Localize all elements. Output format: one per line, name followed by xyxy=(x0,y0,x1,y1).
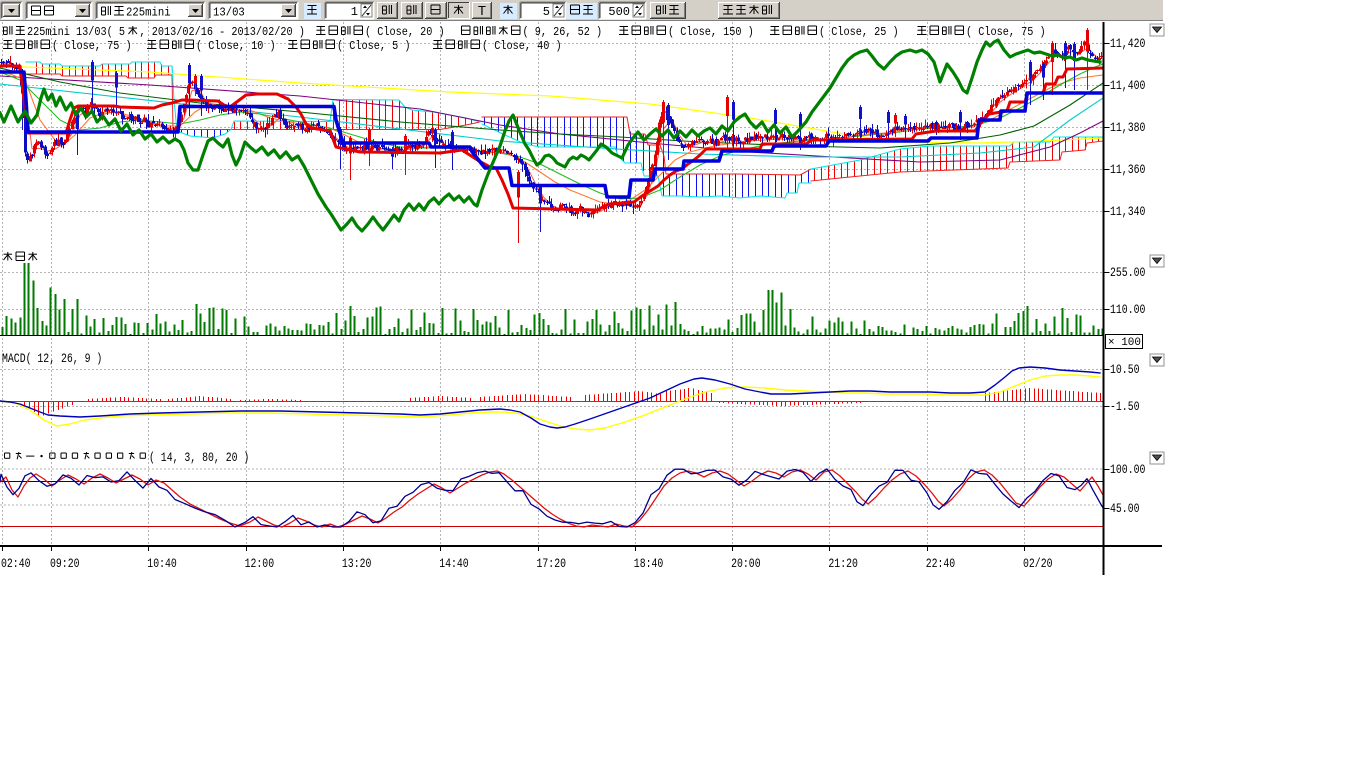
svg-text:255.00: 255.00 xyxy=(1110,266,1145,280)
svg-text:( Close, 40 ): ( Close, 40 ) xyxy=(482,40,562,53)
svg-text:02/20: 02/20 xyxy=(1023,557,1053,571)
svg-text:110.00: 110.00 xyxy=(1110,303,1145,317)
svg-text:( Close, 10 ): ( Close, 10 ) xyxy=(196,40,276,53)
svg-text:11,420: 11,420 xyxy=(1110,37,1145,51)
svg-text:( Close, 25 ): ( Close, 25 ) xyxy=(819,26,899,39)
svg-text:225mini 13/03( 5: 225mini 13/03( 5 xyxy=(27,26,125,39)
svg-text:45.00: 45.00 xyxy=(1110,502,1140,516)
svg-text:02:40: 02:40 xyxy=(1,557,31,571)
svg-text:100.00: 100.00 xyxy=(1110,463,1145,477)
svg-text:13/03: 13/03 xyxy=(213,6,245,20)
svg-text:17:20: 17:20 xyxy=(537,557,567,571)
svg-text:( Close, 5 ): ( Close, 5 ) xyxy=(337,40,411,53)
svg-text:21:20: 21:20 xyxy=(828,557,858,571)
svg-text:09:20: 09:20 xyxy=(50,557,80,571)
svg-text:22:40: 22:40 xyxy=(926,557,956,571)
svg-text:( Close, 20 ): ( Close, 20 ) xyxy=(365,26,445,39)
svg-text:11,340: 11,340 xyxy=(1110,205,1145,219)
svg-text:11,400: 11,400 xyxy=(1110,79,1145,93)
svg-text:225mini: 225mini xyxy=(126,6,171,20)
svg-text:( 9, 26, 52 ): ( 9, 26, 52 ) xyxy=(523,26,603,39)
svg-text:( Close, 75 ): ( Close, 75 ) xyxy=(52,40,132,53)
svg-text:MACD( 12, 26, 9 ): MACD( 12, 26, 9 ) xyxy=(2,352,102,366)
svg-text:12:00: 12:00 xyxy=(245,557,275,571)
svg-text:20:00: 20:00 xyxy=(731,557,761,571)
svg-text:500: 500 xyxy=(608,5,630,19)
svg-text:, 2013/02/16 - 2013/02/20 ): , 2013/02/16 - 2013/02/20 ) xyxy=(140,26,305,39)
svg-text:14:40: 14:40 xyxy=(439,557,469,571)
svg-text:1: 1 xyxy=(351,5,358,19)
svg-text:10.50: 10.50 xyxy=(1110,363,1140,377)
svg-text:5: 5 xyxy=(543,5,550,19)
svg-text:( Close, 75 ): ( Close, 75 ) xyxy=(966,26,1046,39)
svg-text:-1.50: -1.50 xyxy=(1110,400,1140,414)
svg-text:18:40: 18:40 xyxy=(634,557,664,571)
svg-text:× 100: × 100 xyxy=(1108,337,1141,349)
svg-text:( 14, 3, 80, 20 ): ( 14, 3, 80, 20 ) xyxy=(149,451,249,465)
svg-text:10:40: 10:40 xyxy=(147,557,177,571)
svg-text:11,380: 11,380 xyxy=(1110,121,1145,135)
svg-text:( Close, 150 ): ( Close, 150 ) xyxy=(668,26,754,39)
svg-text:13:20: 13:20 xyxy=(342,557,372,571)
svg-text:11,360: 11,360 xyxy=(1110,163,1145,177)
svg-text:T: T xyxy=(478,3,486,18)
